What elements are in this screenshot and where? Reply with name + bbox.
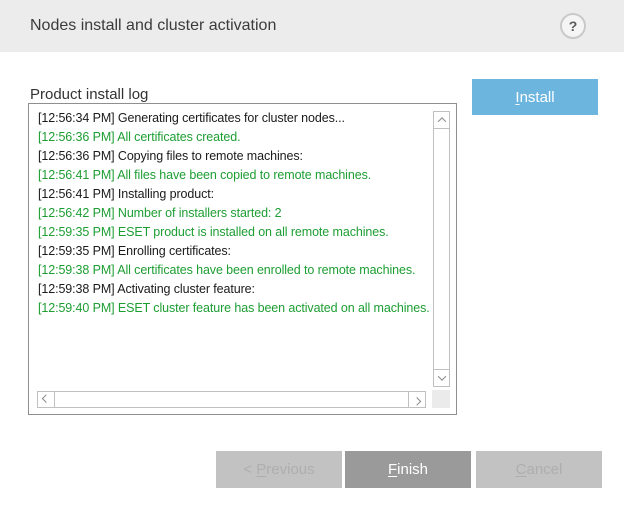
- cancel-button-label: Cancel: [516, 461, 563, 478]
- finish-button[interactable]: Finish: [345, 451, 471, 488]
- titlebar: Nodes install and cluster activation ?: [0, 0, 624, 52]
- install-button[interactable]: Install: [472, 79, 598, 115]
- scroll-down-button[interactable]: [434, 369, 449, 386]
- vertical-scrollbar[interactable]: [433, 111, 450, 387]
- log-entry: [12:56:41 PM] All files have been copied…: [38, 166, 434, 185]
- previous-button-label: < Previous: [243, 461, 314, 478]
- log-entry: [12:56:36 PM] Copying files to remote ma…: [38, 147, 434, 166]
- log-entry: [12:59:35 PM] Enrolling certificates:: [38, 242, 434, 261]
- chevron-left-icon: [42, 394, 50, 402]
- log-entry: [12:59:40 PM] ESET cluster feature has b…: [38, 299, 434, 318]
- previous-button: < Previous: [216, 451, 342, 488]
- log-entry: [12:56:42 PM] Number of installers start…: [38, 204, 434, 223]
- log-entry: [12:59:35 PM] ESET product is installed …: [38, 223, 434, 242]
- log-entry: [12:56:36 PM] All certificates created.: [38, 128, 434, 147]
- log-entry: [12:56:41 PM] Installing product:: [38, 185, 434, 204]
- log-entry: [12:56:34 PM] Generating certificates fo…: [38, 109, 434, 128]
- product-install-log-box[interactable]: [12:56:34 PM] Generating certificates fo…: [28, 103, 457, 415]
- help-button[interactable]: ?: [560, 13, 586, 39]
- page-title: Nodes install and cluster activation: [30, 0, 276, 52]
- scroll-right-button[interactable]: [408, 392, 425, 407]
- scroll-left-button[interactable]: [38, 392, 55, 407]
- finish-button-label: Finish: [388, 461, 428, 478]
- install-button-label: Install: [515, 89, 554, 106]
- horizontal-scrollbar[interactable]: [37, 391, 426, 408]
- log-entries: [12:56:34 PM] Generating certificates fo…: [38, 109, 434, 318]
- log-entry: [12:59:38 PM] All certificates have been…: [38, 261, 434, 280]
- chevron-down-icon: [437, 372, 445, 380]
- log-label: Product install log: [30, 86, 148, 103]
- question-mark-icon: ?: [569, 18, 578, 34]
- chevron-up-icon: [437, 117, 445, 125]
- log-entry: [12:59:38 PM] Activating cluster feature…: [38, 280, 434, 299]
- scroll-up-button[interactable]: [434, 112, 449, 129]
- scrollbar-corner: [432, 390, 450, 408]
- cancel-button: Cancel: [476, 451, 602, 488]
- chevron-right-icon: [413, 397, 421, 405]
